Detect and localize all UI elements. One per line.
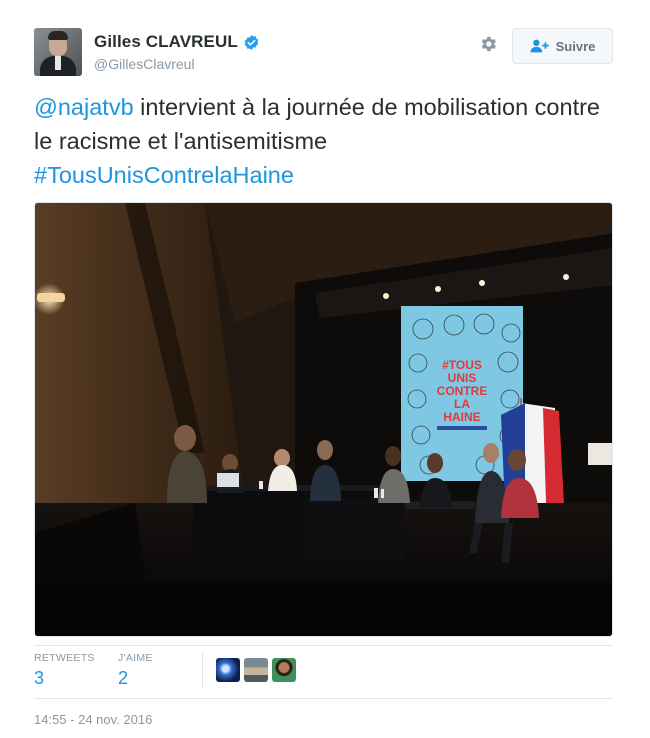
tweet-header: Gilles CLAVREUL @GillesClavreul Suivre (34, 28, 624, 78)
poster-line: HAINE (443, 410, 480, 424)
name-row: Gilles CLAVREUL (94, 32, 260, 52)
display-name[interactable]: Gilles CLAVREUL (94, 32, 238, 52)
avatar[interactable] (34, 28, 82, 76)
hashtag-link[interactable]: #TousUnisContrelaHaine (34, 162, 294, 188)
follow-label: Suivre (555, 38, 596, 54)
stats-divider-top (34, 645, 613, 646)
retweets-stat[interactable]: RETWEETS 3 (34, 652, 95, 689)
poster-line: #TOUS (442, 358, 482, 372)
likes-count: 2 (118, 668, 129, 688)
liker-avatar[interactable] (244, 658, 268, 682)
tweet-text: @najatvb intervient à la journée de mobi… (34, 90, 624, 192)
mention-link[interactable]: @najatvb (34, 94, 134, 120)
conference-photo: #TOUS UNIS CONTRE LA HAINE (35, 203, 612, 636)
poster-line: CONTRE (437, 384, 488, 398)
tweet-stats: RETWEETS 3 J'AIME 2 (34, 652, 613, 692)
tweet-photo[interactable]: #TOUS UNIS CONTRE LA HAINE (34, 202, 613, 637)
poster-title: #TOUS UNIS CONTRE LA HAINE (437, 358, 488, 424)
gear-icon[interactable] (478, 34, 498, 54)
user-handle[interactable]: @GillesClavreul (94, 56, 195, 72)
add-user-icon (530, 39, 549, 53)
verified-badge-icon (244, 34, 259, 50)
likes-label: J'AIME (118, 652, 153, 664)
poster-line: LA (454, 397, 470, 411)
retweets-label: RETWEETS (34, 652, 95, 664)
liker-avatar[interactable] (272, 658, 296, 682)
likes-stat[interactable]: J'AIME 2 (118, 652, 153, 689)
retweets-count: 3 (34, 668, 45, 688)
poster-line: UNIS (448, 371, 477, 385)
stats-separator (202, 652, 203, 688)
tweet-timestamp[interactable]: 14:55 - 24 nov. 2016 (34, 712, 152, 727)
stats-divider-bottom (34, 698, 613, 699)
liker-avatar[interactable] (216, 658, 240, 682)
follow-button[interactable]: Suivre (512, 28, 613, 64)
likers-avatars (216, 658, 296, 682)
